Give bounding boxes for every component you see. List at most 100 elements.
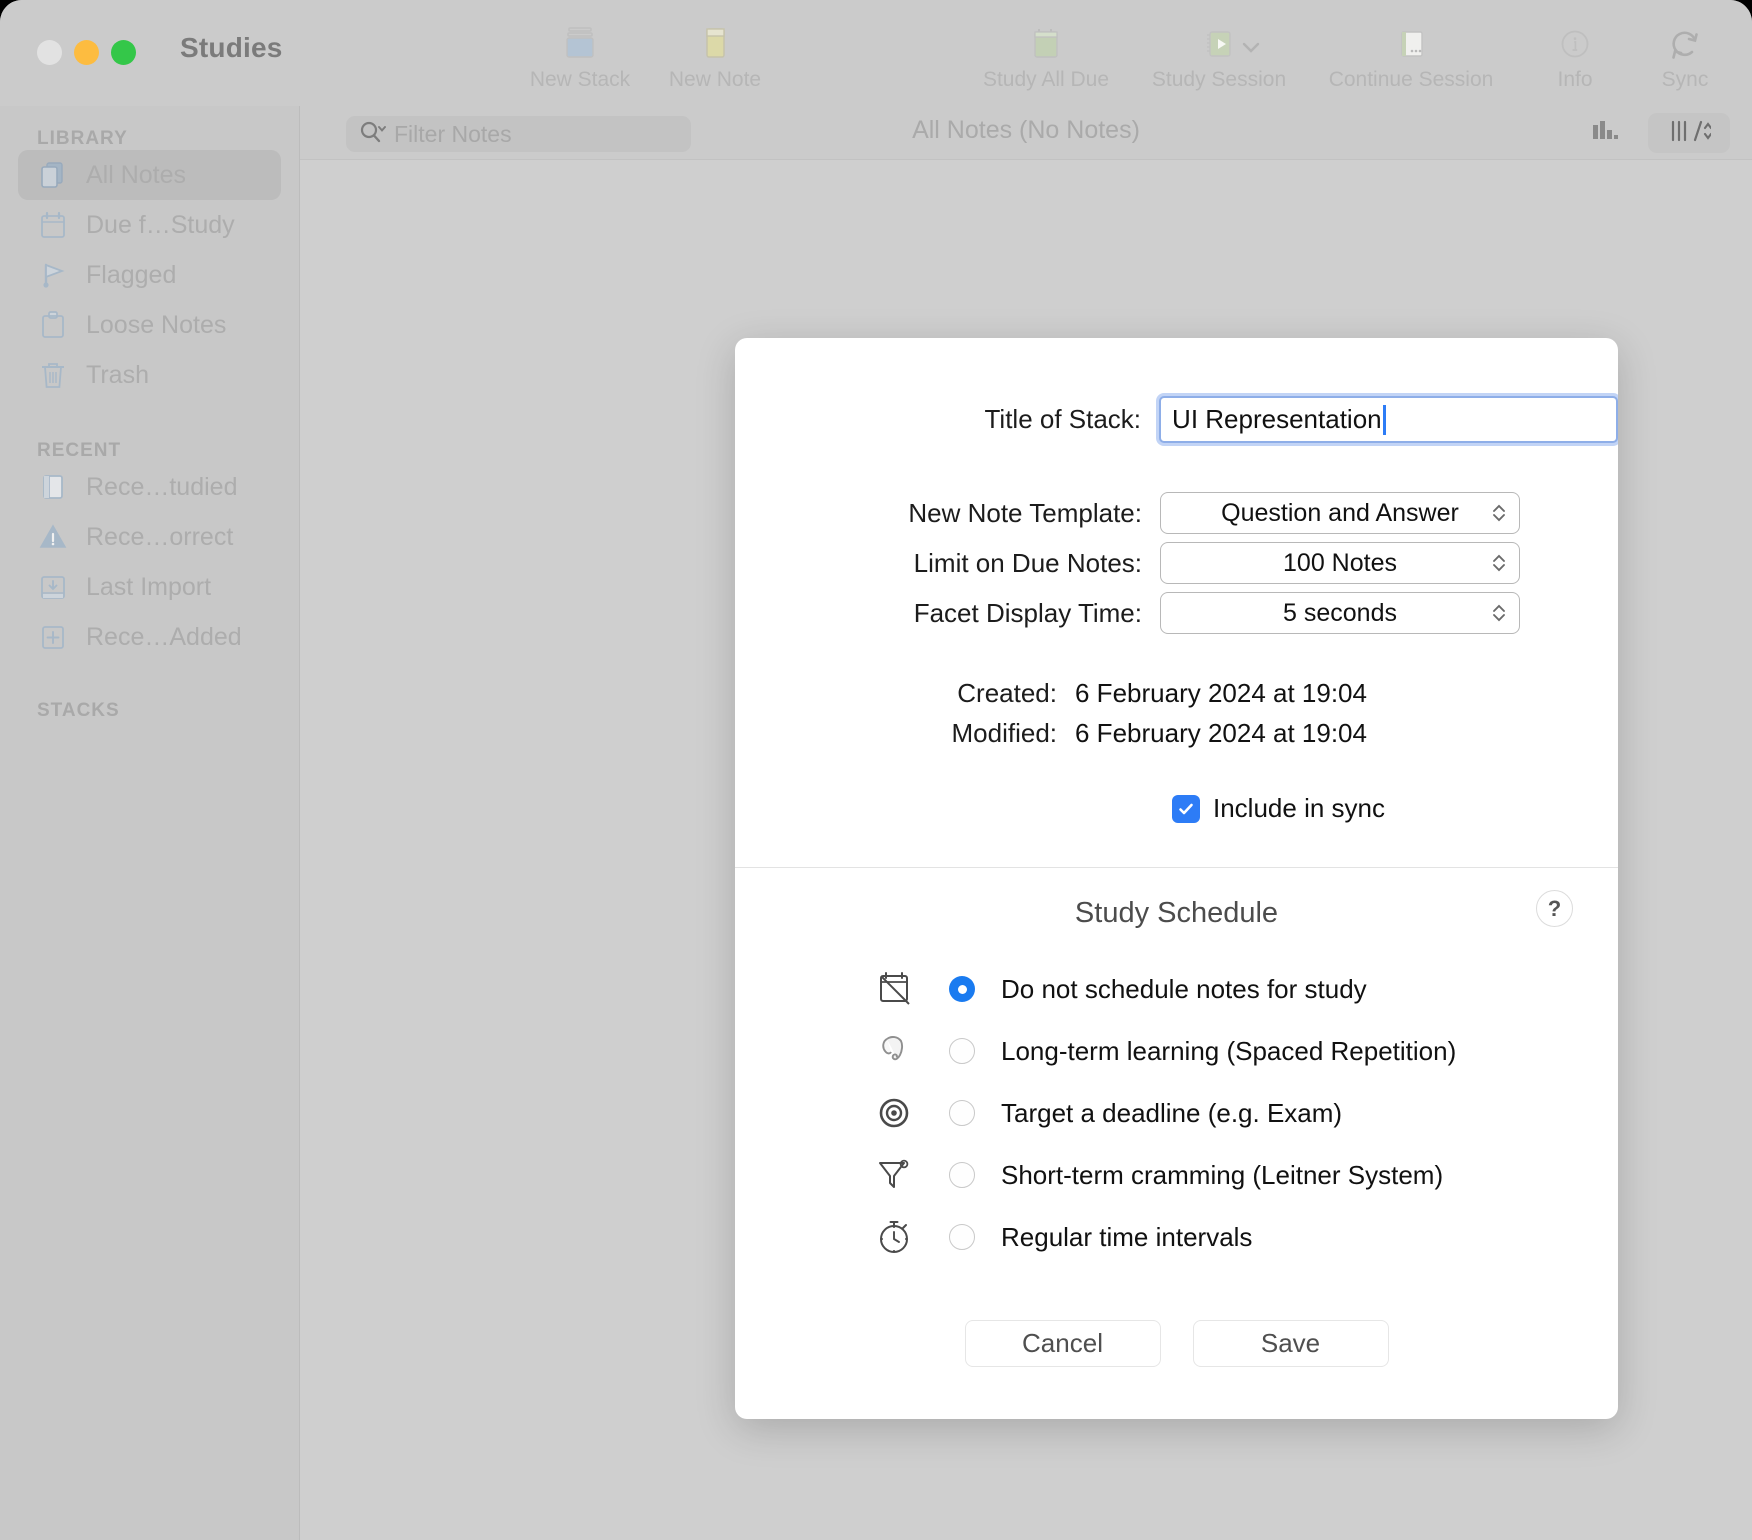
sidebar-section-stacks: STACKS xyxy=(37,700,120,721)
sidebar-item-label: Rece…Added xyxy=(86,622,242,651)
notes-list-header: Filter Notes All Notes (No Notes) xyxy=(300,106,1752,160)
new-note-template-row: New Note Template: Question and Answer xyxy=(735,492,1618,534)
sidebar-item-recently-studied[interactable]: Rece…tudied xyxy=(18,462,281,512)
new-note-template-select[interactable]: Question and Answer xyxy=(1160,492,1520,534)
sidebar-section-recent: RECENT xyxy=(37,440,122,461)
toolbar-button-study-session[interactable]: Study Session xyxy=(1139,18,1299,92)
title-of-stack-row: Title of Stack: UI Representation xyxy=(735,396,1618,443)
created-value: 6 February 2024 at 19:04 xyxy=(1075,678,1367,708)
schedule-radio[interactable] xyxy=(949,1100,975,1126)
toolbar-button-study-all-due[interactable]: Study All Due xyxy=(966,18,1126,92)
toolbar-label: New Stack xyxy=(529,68,631,91)
sidebar-item-loose-notes[interactable]: Loose Notes xyxy=(18,300,281,350)
include-in-sync-checkbox[interactable] xyxy=(1172,794,1200,823)
elephant-icon xyxy=(873,1029,917,1073)
text-caret xyxy=(1382,404,1386,435)
stats-button[interactable] xyxy=(1576,113,1632,153)
cancel-button[interactable]: Cancel xyxy=(964,1320,1161,1367)
toolbar-button-sync[interactable]: Sync xyxy=(1605,18,1752,92)
toolbar-label: New Note xyxy=(668,68,762,91)
schedule-option-long-term-learning[interactable]: Long-term learning (Spaced Repetition) xyxy=(873,1020,1618,1082)
schedule-radio[interactable] xyxy=(949,976,975,1002)
sidebar-item-label: Trash xyxy=(86,360,149,389)
sidebar-item-all-notes[interactable]: All Notes xyxy=(18,150,281,200)
import-download-icon xyxy=(37,571,69,603)
target-bullseye-icon xyxy=(873,1091,917,1135)
facet-display-time-value: 5 seconds xyxy=(1283,598,1397,627)
modified-row: Modified: 6 February 2024 at 19:04 xyxy=(735,718,1618,749)
schedule-radio[interactable] xyxy=(949,1162,975,1188)
schedule-option-label: Do not schedule notes for study xyxy=(1001,973,1367,1004)
sidebar-item-label: All Notes xyxy=(86,160,187,189)
toolbar-label: Study All Due xyxy=(982,68,1110,91)
notes-stack-icon xyxy=(37,159,69,191)
flag-icon xyxy=(37,259,69,291)
schedule-option-short-term-cramming[interactable]: Short-term cramming (Leitner System) xyxy=(873,1144,1618,1206)
sidebar-item-label: Flagged xyxy=(86,260,177,289)
schedule-radio[interactable] xyxy=(949,1224,975,1250)
sidebar-item-trash[interactable]: Trash xyxy=(18,350,281,400)
calendar-crossed-out-icon xyxy=(873,967,917,1011)
stepper-chevrons-icon xyxy=(1491,551,1507,575)
limit-on-due-notes-row: Limit on Due Notes: 100 Notes xyxy=(735,542,1618,584)
schedule-option-label: Target a deadline (e.g. Exam) xyxy=(1001,1097,1343,1128)
save-button[interactable]: Save xyxy=(1192,1320,1389,1367)
sidebar: LIBRARY All Notes Due f…Study Flagged Lo… xyxy=(0,106,300,1540)
clipboard-icon xyxy=(37,309,69,341)
facet-display-time-select[interactable]: 5 seconds xyxy=(1160,592,1520,634)
sidebar-item-due-for-study[interactable]: Due f…Study xyxy=(18,200,281,250)
title-of-stack-label: Title of Stack: xyxy=(984,404,1142,434)
stepper-chevrons-icon xyxy=(1491,601,1507,625)
study-session-icon xyxy=(1202,18,1236,70)
toolbar-label: Sync xyxy=(1661,68,1709,91)
schedule-option-target-deadline[interactable]: Target a deadline (e.g. Exam) xyxy=(873,1082,1618,1144)
column-layout-button[interactable] xyxy=(1648,113,1730,153)
funnel-icon xyxy=(873,1153,917,1197)
toolbar-items: New Stack New Note Study All Due Study S… xyxy=(0,0,1752,106)
column-layout-icon xyxy=(1667,118,1713,149)
study-schedule-options: Do not schedule notes for study Long-ter… xyxy=(735,958,1618,1268)
schedule-radio[interactable] xyxy=(949,1038,975,1064)
sidebar-item-label: Due f…Study xyxy=(86,210,235,239)
schedule-option-label: Regular time intervals xyxy=(1001,1221,1253,1252)
sidebar-item-flagged[interactable]: Flagged xyxy=(18,250,281,300)
toolbar-label: Info xyxy=(1557,68,1593,91)
plus-square-icon xyxy=(37,621,69,653)
limit-on-due-notes-value: 100 Notes xyxy=(1283,548,1397,577)
limit-on-due-notes-select[interactable]: 100 Notes xyxy=(1160,542,1520,584)
modified-label: Modified: xyxy=(951,718,1058,748)
created-row: Created: 6 February 2024 at 19:04 xyxy=(735,678,1618,709)
help-button[interactable]: ? xyxy=(1536,890,1573,927)
chevron-down-icon[interactable] xyxy=(1238,34,1264,60)
continue-session-icon xyxy=(1394,18,1428,70)
list-title: All Notes (No Notes) xyxy=(912,116,1140,144)
created-label: Created: xyxy=(957,678,1057,708)
toolbar-button-new-note[interactable]: New Note xyxy=(635,18,795,92)
sidebar-section-library: LIBRARY xyxy=(37,128,128,149)
schedule-option-do-not-schedule[interactable]: Do not schedule notes for study xyxy=(873,958,1618,1020)
sidebar-item-recently-added[interactable]: Rece…Added xyxy=(18,612,281,662)
toolbar-button-continue-session[interactable]: Continue Session xyxy=(1329,18,1493,92)
study-all-due-icon xyxy=(1029,18,1063,70)
sidebar-item-last-import[interactable]: Last Import xyxy=(18,562,281,612)
sync-icon xyxy=(1667,18,1703,70)
sidebar-item-recently-incorrect[interactable]: Rece…orrect xyxy=(18,512,281,562)
schedule-option-regular-intervals[interactable]: Regular time intervals xyxy=(873,1206,1618,1268)
dialog-buttons: Cancel Save xyxy=(735,1320,1618,1367)
trash-icon xyxy=(37,359,69,391)
facet-display-time-label: Facet Display Time: xyxy=(913,597,1142,628)
include-in-sync-row[interactable]: Include in sync xyxy=(1172,793,1618,824)
app-window: Studies New Stack New Note Study All Due… xyxy=(0,0,1752,1540)
new-note-template-value: Question and Answer xyxy=(1221,498,1459,527)
toolbar: Studies New Stack New Note Study All Due… xyxy=(0,0,1752,106)
new-stack-icon xyxy=(563,18,597,70)
stepper-chevrons-icon xyxy=(1491,501,1507,525)
sidebar-item-label: Rece…tudied xyxy=(86,472,238,501)
include-in-sync-label: Include in sync xyxy=(1213,793,1385,823)
title-of-stack-input[interactable]: UI Representation xyxy=(1159,396,1618,443)
stack-settings-dialog: Title of Stack: UI Representation New No… xyxy=(735,338,1618,1419)
toolbar-label: Study Session xyxy=(1151,68,1287,91)
list-header-actions xyxy=(1576,113,1730,153)
facet-display-time-row: Facet Display Time: 5 seconds xyxy=(735,592,1618,634)
new-note-icon xyxy=(700,18,730,70)
